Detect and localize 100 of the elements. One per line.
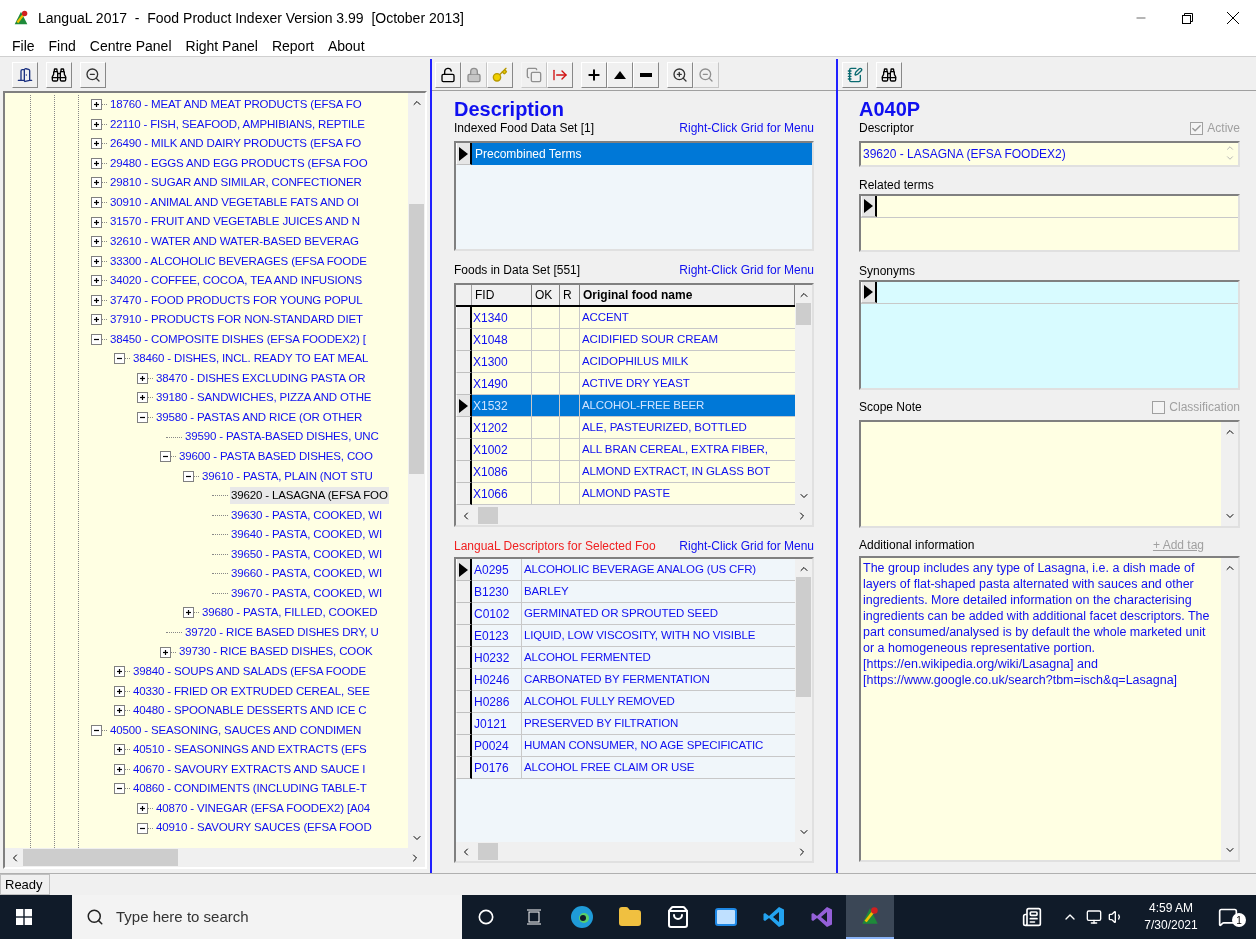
row-header[interactable] xyxy=(456,647,472,669)
column-header[interactable]: FID xyxy=(472,285,532,305)
tree-item[interactable]: 31570 - FRUIT AND VEGETABLE JUICES AND N xyxy=(109,213,361,231)
table-cell[interactable] xyxy=(532,373,560,395)
table-cell[interactable]: LIQUID, LOW VISCOSITY, WITH NO VISIBLE xyxy=(522,625,795,647)
table-cell[interactable]: X1300 xyxy=(472,351,532,373)
tree-item[interactable]: 39720 - RICE BASED DISHES DRY, U xyxy=(184,623,380,642)
collapse-icon[interactable] xyxy=(91,724,102,736)
table-cell[interactable]: X1002 xyxy=(472,439,532,461)
tree-item[interactable]: 40860 - CONDIMENTS (INCLUDING TABLE-T xyxy=(132,780,368,798)
tree-item[interactable]: 37910 - PRODUCTS FOR NON-STANDARD DIET xyxy=(109,311,364,329)
table-cell[interactable]: X1532 xyxy=(472,395,532,417)
tree-item[interactable]: 29480 - EGGS AND EGG PRODUCTS (EFSA FOO xyxy=(109,154,369,173)
expand-icon[interactable] xyxy=(91,99,102,111)
table-cell[interactable]: H0246 xyxy=(472,669,522,691)
column-header[interactable]: OK xyxy=(532,285,560,305)
menu-item[interactable]: Centre Panel xyxy=(83,35,178,57)
row-header[interactable] xyxy=(456,307,472,329)
row-header[interactable] xyxy=(456,351,472,373)
additional-info-field[interactable] xyxy=(859,556,1240,862)
table-cell[interactable]: X1340 xyxy=(472,307,532,329)
tree-item[interactable]: 39580 - PASTAS AND RICE (OR OTHER xyxy=(155,408,364,427)
expand-icon[interactable] xyxy=(91,157,102,169)
table-cell[interactable]: CARBONATED BY FERMENTATION xyxy=(522,669,795,691)
table-cell[interactable]: ACIDOPHILUS MILK xyxy=(580,351,795,373)
tree-item[interactable]: 40480 - SPOONABLE DESSERTS AND ICE C xyxy=(132,702,368,720)
collapse-icon[interactable] xyxy=(137,822,148,834)
plus-button[interactable] xyxy=(581,61,607,88)
tree-item[interactable]: 40910 - SAVOURY SAUCES (EFSA FOOD xyxy=(155,819,373,837)
expand-icon[interactable] xyxy=(91,197,102,208)
tree-item[interactable]: 26490 - MILK AND DAIRY PRODUCTS (EFSA FO xyxy=(109,135,363,153)
export-button[interactable] xyxy=(547,61,573,88)
tree-item[interactable]: 40500 - SEASONING, SAUCES AND CONDIMEN xyxy=(109,721,363,739)
table-cell[interactable]: ACCENT xyxy=(580,307,795,329)
tree-item[interactable]: 39590 - PASTA-BASED DISHES, UNC xyxy=(184,428,380,446)
table-cell[interactable]: P0176 xyxy=(472,757,522,779)
table-cell[interactable]: ALL BRAN CEREAL, EXTRA FIBER, xyxy=(580,439,795,461)
exit-button[interactable] xyxy=(12,62,38,88)
edit-button[interactable] xyxy=(842,61,868,88)
tree-item[interactable]: 39600 - PASTA BASED DISHES, COO xyxy=(178,448,374,466)
table-cell[interactable] xyxy=(560,439,580,461)
collapse-icon[interactable] xyxy=(183,470,194,482)
expand-icon[interactable] xyxy=(91,138,102,150)
row-header[interactable] xyxy=(456,439,472,461)
row-header[interactable] xyxy=(456,143,472,165)
table-cell[interactable] xyxy=(532,417,560,439)
scroll-thumb[interactable] xyxy=(478,507,498,524)
row-header[interactable] xyxy=(861,196,877,217)
table-cell[interactable]: ALCOHOL FERMENTED xyxy=(522,647,795,669)
row-header[interactable] xyxy=(456,559,472,581)
news-icon[interactable] xyxy=(1022,907,1042,927)
tree-item[interactable]: 40330 - FRIED OR EXTRUDED CEREAL, SEE xyxy=(132,682,371,700)
expand-icon[interactable] xyxy=(91,314,102,326)
tree-item[interactable]: 18760 - MEAT AND MEAT PRODUCTS (EFSA FO xyxy=(109,96,363,114)
expand-icon[interactable] xyxy=(114,705,125,717)
table-cell[interactable] xyxy=(532,439,560,461)
network-icon[interactable] xyxy=(1086,909,1102,925)
tree-item[interactable]: 39670 - PASTA, COOKED, WI xyxy=(230,584,384,603)
tree-item[interactable]: 39650 - PASTA, COOKED, WI xyxy=(230,545,384,563)
row-header[interactable] xyxy=(861,282,877,303)
unlock-button[interactable] xyxy=(435,61,461,88)
zoom-out-button[interactable] xyxy=(80,62,106,88)
table-cell[interactable]: ALE, PASTEURIZED, BOTTLED xyxy=(580,417,795,439)
expand-icon[interactable] xyxy=(114,744,125,756)
table-cell[interactable]: J0121 xyxy=(472,713,522,735)
notification-button[interactable]: 1 xyxy=(1218,907,1246,927)
table-cell[interactable]: X1490 xyxy=(472,373,532,395)
table-cell[interactable]: A0295 xyxy=(472,559,522,581)
tree-item[interactable]: 38470 - DISHES EXCLUDING PASTA OR xyxy=(155,369,367,388)
tree-item[interactable]: 39730 - RICE BASED DISHES, COOK xyxy=(178,643,374,661)
data-grid[interactable] xyxy=(454,283,814,527)
table-cell[interactable] xyxy=(532,329,560,351)
find-button[interactable] xyxy=(46,62,72,88)
table-cell[interactable] xyxy=(560,307,580,329)
zoom-in-button[interactable] xyxy=(667,61,693,88)
scroll-thumb[interactable] xyxy=(796,303,811,325)
row-header[interactable] xyxy=(456,395,472,417)
row-header[interactable] xyxy=(456,329,472,351)
collapse-icon[interactable] xyxy=(91,333,102,345)
tree-item[interactable]: 39610 - PASTA, PLAIN (NOT STU xyxy=(201,467,374,485)
key-button[interactable] xyxy=(487,61,513,88)
scroll-thumb[interactable] xyxy=(796,577,811,697)
tree-item[interactable]: 30910 - ANIMAL AND VEGETABLE FATS AND OI xyxy=(109,193,360,212)
tree-item[interactable]: 29810 - SUGAR AND SIMILAR, CONFECTIONER xyxy=(109,174,363,192)
table-cell[interactable]: C0102 xyxy=(472,603,522,625)
menu-item[interactable]: About xyxy=(321,35,371,57)
row-header[interactable] xyxy=(456,373,472,395)
tree-item[interactable]: 39840 - SOUPS AND SALADS (EFSA FOODE xyxy=(132,663,367,681)
menu-item[interactable]: Find xyxy=(42,35,82,57)
table-cell[interactable]: X1048 xyxy=(472,329,532,351)
tree-item[interactable]: 40870 - VINEGAR (EFSA FOODEX2) [A04 xyxy=(155,799,371,818)
table-cell[interactable]: ACIDIFIED SOUR CREAM xyxy=(580,329,795,351)
table-cell[interactable]: X1202 xyxy=(472,417,532,439)
table-cell[interactable]: B1230 xyxy=(472,581,522,603)
expand-icon[interactable] xyxy=(137,372,148,384)
up-button[interactable] xyxy=(607,61,633,88)
data-grid[interactable]: Precombined Terms xyxy=(454,141,814,251)
table-cell[interactable]: BARLEY xyxy=(522,581,795,603)
expand-icon[interactable] xyxy=(91,275,102,287)
expand-icon[interactable] xyxy=(137,802,148,814)
